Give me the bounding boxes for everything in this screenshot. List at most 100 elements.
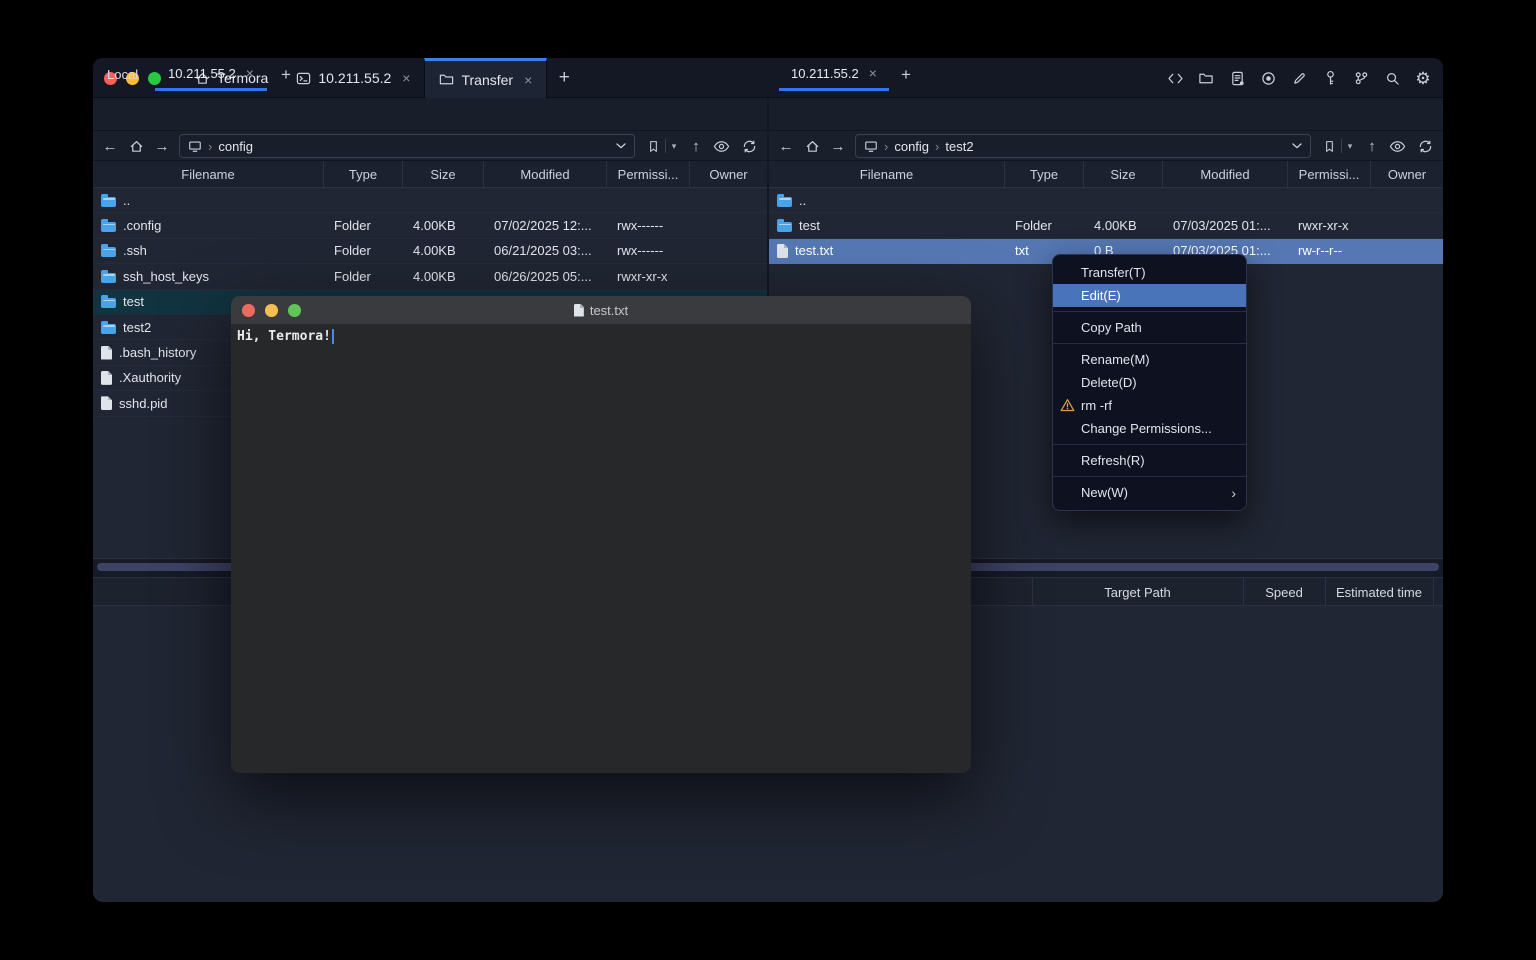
refresh-icon[interactable] (737, 131, 761, 161)
search-icon[interactable] (1382, 68, 1402, 88)
column-header-modified[interactable]: Modified (484, 161, 607, 188)
file-icon (101, 396, 112, 410)
editor-close-button[interactable] (242, 304, 255, 317)
show-hidden-eye-icon[interactable] (709, 131, 733, 161)
column-header-size[interactable]: Size (403, 161, 484, 188)
menu-item-change-permissions[interactable]: Change Permissions... (1053, 417, 1246, 440)
folder-icon (777, 219, 792, 232)
right-new-tab-button[interactable]: + (893, 58, 919, 91)
editor-minimize-button[interactable] (265, 304, 278, 317)
folder-icon[interactable] (1196, 68, 1216, 88)
left-table-header: Filename Type Size Modified Permissi... … (93, 161, 767, 188)
column-header-type[interactable]: Type (1005, 161, 1084, 188)
column-header-speed[interactable]: Speed (1243, 578, 1325, 606)
bookmark-icon[interactable] (1317, 131, 1341, 161)
menu-item-rm-rf[interactable]: rm -rf (1053, 394, 1246, 417)
document-icon (574, 304, 584, 317)
column-header-filename[interactable]: Filename (93, 161, 324, 188)
left-tab-remote[interactable]: 10.211.55.2 × (155, 58, 267, 91)
menu-item-refresh[interactable]: Refresh(R) (1053, 449, 1246, 472)
left-path-input[interactable]: › config (179, 134, 635, 158)
tab-host-session[interactable]: 10.211.55.2 × (282, 58, 424, 98)
right-file-list: .. test Folder4.00KB07/03/2025 01:...rwx… (769, 188, 1443, 264)
folder-icon (101, 244, 116, 257)
close-tab-icon[interactable]: × (402, 71, 410, 85)
refresh-icon[interactable] (1413, 131, 1437, 161)
column-header-size[interactable]: Size (1084, 161, 1163, 188)
submenu-chevron-icon: › (1231, 485, 1236, 501)
table-row[interactable]: .. (93, 188, 767, 213)
bookmark-dropdown-icon[interactable]: ▾ (1342, 131, 1358, 161)
upload-button[interactable]: ↑ (683, 131, 709, 161)
tab-label: 10.211.55.2 (318, 70, 391, 86)
menu-item-delete[interactable]: Delete(D) (1053, 371, 1246, 394)
bookmark-icon[interactable] (641, 131, 665, 161)
folder-icon (101, 270, 116, 283)
editor-maximize-button[interactable] (288, 304, 301, 317)
forward-button[interactable]: → (149, 131, 175, 161)
record-icon[interactable] (1258, 68, 1278, 88)
titlebar-actions: ⚙ (1165, 58, 1433, 98)
breadcrumb-segment[interactable]: config (218, 139, 253, 154)
menu-item-new[interactable]: New(W) › (1053, 481, 1246, 504)
tab-transfer[interactable]: Transfer × (424, 58, 547, 98)
chevron-down-icon[interactable] (616, 143, 626, 149)
tab-label: 10.211.55.2 (168, 66, 236, 81)
table-row[interactable]: ssh_host_keys Folder4.00KB06/26/2025 05:… (93, 264, 767, 289)
column-header-modified[interactable]: Modified (1163, 161, 1288, 188)
close-tab-icon[interactable]: × (246, 66, 254, 80)
editor-titlebar: test.txt (231, 296, 971, 324)
editor-title: test.txt (590, 303, 628, 318)
new-tab-button[interactable]: + (547, 58, 581, 98)
filename: .ssh (123, 243, 147, 258)
table-row[interactable]: .ssh Folder4.00KB06/21/2025 03:...rwx---… (93, 239, 767, 264)
home-button[interactable] (799, 131, 825, 161)
breadcrumb-segment[interactable]: test2 (945, 139, 973, 154)
left-tab-local[interactable]: Local (97, 58, 148, 91)
column-header-owner[interactable]: Owner (690, 161, 767, 188)
folder-icon (101, 321, 116, 334)
folder-icon (101, 295, 116, 308)
close-tab-icon[interactable]: × (869, 66, 877, 80)
home-button[interactable] (123, 131, 149, 161)
right-path-input[interactable]: › config › test2 (855, 134, 1311, 158)
column-header-permissions[interactable]: Permissi... (607, 161, 690, 188)
close-tab-icon[interactable]: × (524, 73, 532, 87)
edit-pencil-icon[interactable] (1289, 68, 1309, 88)
breadcrumb-separator: › (208, 139, 212, 154)
notes-icon[interactable] (1227, 68, 1247, 88)
left-new-tab-button[interactable]: + (273, 58, 299, 91)
menu-item-copy-path[interactable]: Copy Path (1053, 316, 1246, 339)
settings-gear-icon[interactable]: ⚙ (1413, 68, 1433, 88)
breadcrumb-segment[interactable]: config (894, 139, 929, 154)
code-icon[interactable] (1165, 68, 1185, 88)
key-icon[interactable] (1320, 68, 1340, 88)
chevron-down-icon[interactable] (1292, 143, 1302, 149)
back-button[interactable]: ← (97, 131, 123, 161)
column-header-target-path[interactable]: Target Path (1032, 578, 1243, 606)
breadcrumb-separator: › (935, 139, 939, 154)
right-tab-remote[interactable]: 10.211.55.2 × (779, 58, 889, 91)
editor-text-area[interactable]: Hi, Termora! (231, 324, 971, 773)
table-row[interactable]: .config Folder4.00KB07/02/2025 12:...rwx… (93, 213, 767, 238)
forward-button[interactable]: → (825, 131, 851, 161)
column-header-estimated-time[interactable]: Estimated time (1325, 578, 1433, 606)
keychain-icon[interactable] (1351, 68, 1371, 88)
menu-item-rename[interactable]: Rename(M) (1053, 348, 1246, 371)
show-hidden-eye-icon[interactable] (1385, 131, 1409, 161)
folder-icon (777, 194, 792, 207)
column-header-filename[interactable]: Filename (769, 161, 1005, 188)
column-header-permissions[interactable]: Permissi... (1288, 161, 1371, 188)
menu-item-edit[interactable]: Edit(E) (1053, 284, 1246, 307)
upload-button[interactable]: ↑ (1359, 131, 1385, 161)
filename: .Xauthority (119, 370, 181, 385)
column-header-type[interactable]: Type (324, 161, 403, 188)
table-row[interactable]: test Folder4.00KB07/03/2025 01:...rwxr-x… (769, 213, 1443, 238)
table-row[interactable]: .. (769, 188, 1443, 213)
column-separator (1433, 578, 1434, 606)
bookmark-dropdown-icon[interactable]: ▾ (666, 131, 682, 161)
column-header-owner[interactable]: Owner (1371, 161, 1443, 188)
tab-label: Local (107, 67, 138, 82)
menu-item-transfer[interactable]: Transfer(T) (1053, 261, 1246, 284)
back-button[interactable]: ← (773, 131, 799, 161)
